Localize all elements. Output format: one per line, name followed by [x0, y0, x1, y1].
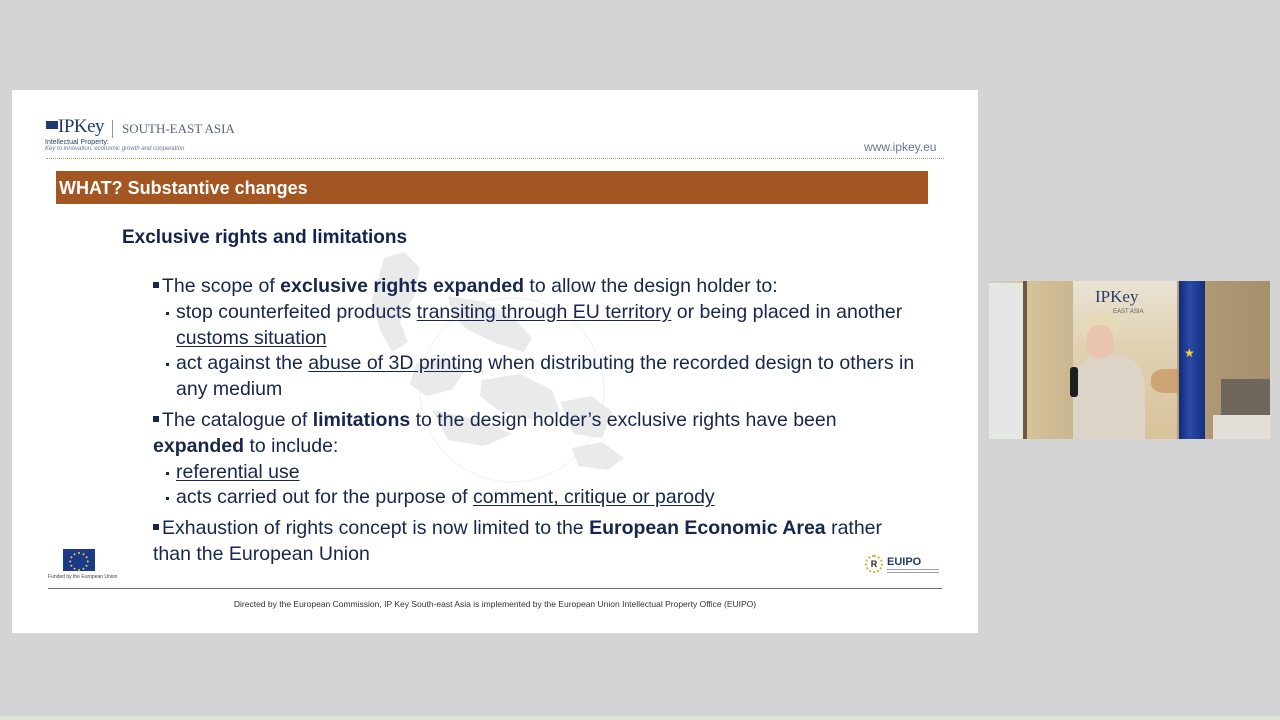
slide-title: WHAT? Substantive changes — [59, 178, 308, 198]
bullet-text: Exhaustion of rights concept is now limi… — [162, 517, 590, 540]
sub-text: or being placed in another — [671, 300, 903, 323]
bullet-text: to include: — [244, 434, 339, 457]
eu-flag-mini-icon — [46, 121, 58, 129]
dot-bullet-icon — [166, 497, 169, 501]
square-bullet-icon — [153, 524, 159, 531]
dot-bullet-icon — [166, 363, 169, 367]
bullet-text: The scope of — [162, 275, 281, 297]
bullet-text: to the design holder’s exclusive rights … — [410, 408, 837, 431]
sub-bullet-transit: stop counterfeited products transiting t… — [153, 300, 923, 352]
dot-bullet-icon — [166, 311, 169, 315]
footer-divider — [48, 588, 942, 589]
title-bar: WHAT? Substantive changes — [56, 171, 928, 204]
speaker-video[interactable]: IPKey EAST ASIA ★ — [989, 281, 1270, 439]
sub-text: stop counterfeited products — [176, 300, 417, 323]
bullet-text: The catalogue of — [162, 408, 313, 431]
dot-bullet-icon — [166, 471, 169, 475]
logo-separator — [112, 120, 113, 138]
flag-star-icon: ★ — [1184, 346, 1195, 360]
euipo-logo: R EUIPO — [865, 553, 943, 575]
lectern-top — [1213, 415, 1270, 439]
header-divider — [46, 158, 944, 159]
euipo-tagline-lines — [887, 569, 939, 573]
eu-stars-icon — [69, 552, 89, 571]
ipkey-logo: IPKey SOUTH-EAST ASIA Intellectual Prope… — [45, 116, 306, 158]
square-bullet-icon — [153, 282, 159, 288]
sub-text: act against the — [176, 352, 309, 375]
sub-bullet-referential-use: referential use — [153, 460, 923, 486]
sub-text: acts carried out for the purpose of — [176, 486, 473, 509]
bullet-bold: European Economic Area — [589, 517, 826, 540]
bullet-bold: expanded — [153, 434, 245, 457]
presentation-slide: IPKey SOUTH-EAST ASIA Intellectual Prope… — [12, 90, 978, 633]
euipo-mark-icon: R — [865, 555, 883, 573]
sub-bullet-3d-printing: act against the abuse of 3D printing whe… — [153, 351, 923, 403]
speaker-body — [1073, 355, 1145, 439]
sub-underlined: referential use — [176, 460, 300, 483]
eu-flag-icon — [63, 549, 95, 571]
bullet-text: to allow the design holder to: — [524, 275, 778, 297]
euipo-label: EUIPO — [887, 556, 922, 568]
slide-content: The scope of exclusive rights expanded t… — [153, 274, 923, 568]
bullet-exclusive-rights: The scope of exclusive rights expanded t… — [153, 274, 923, 300]
bullet-limitations: The catalogue of limitations to the desi… — [153, 408, 923, 460]
square-bullet-icon — [153, 415, 159, 422]
video-screen-edge — [1023, 281, 1027, 439]
bullet-bold: limitations — [312, 408, 411, 431]
video-eu-flag: ★ — [1179, 281, 1205, 439]
eu-funding-caption: Funded by the European Union — [48, 574, 118, 580]
footer-text: Directed by the European Commission, IP … — [233, 599, 757, 609]
bullet-bold: exclusive rights expanded — [280, 275, 525, 297]
video-banner-logo: IPKey — [1095, 287, 1139, 306]
sub-underlined: abuse of 3D printing — [308, 352, 483, 375]
sub-bullet-parody: acts carried out for the purpose of comm… — [153, 485, 923, 511]
microphone-icon — [1070, 367, 1078, 397]
speaker-face — [1086, 325, 1114, 359]
slide-subtitle: Exclusive rights and limitations — [122, 227, 408, 248]
video-screen — [989, 283, 1023, 439]
logo-region: SOUTH-EAST ASIA — [122, 121, 235, 136]
sub-underlined: transiting through EU territory — [416, 300, 672, 323]
logo-tagline: Key to innovation, economic growth and c… — [45, 146, 185, 152]
sub-underlined: comment, critique or parody — [473, 486, 715, 509]
bullet-exhaustion: Exhaustion of rights concept is now limi… — [153, 516, 923, 568]
website-url: www.ipkey.eu — [864, 140, 937, 154]
video-banner-region: EAST ASIA — [1113, 309, 1144, 315]
logo-name: IPKey — [58, 116, 105, 137]
sub-underlined: customs situation — [176, 326, 327, 349]
bottom-strip — [0, 716, 1280, 720]
